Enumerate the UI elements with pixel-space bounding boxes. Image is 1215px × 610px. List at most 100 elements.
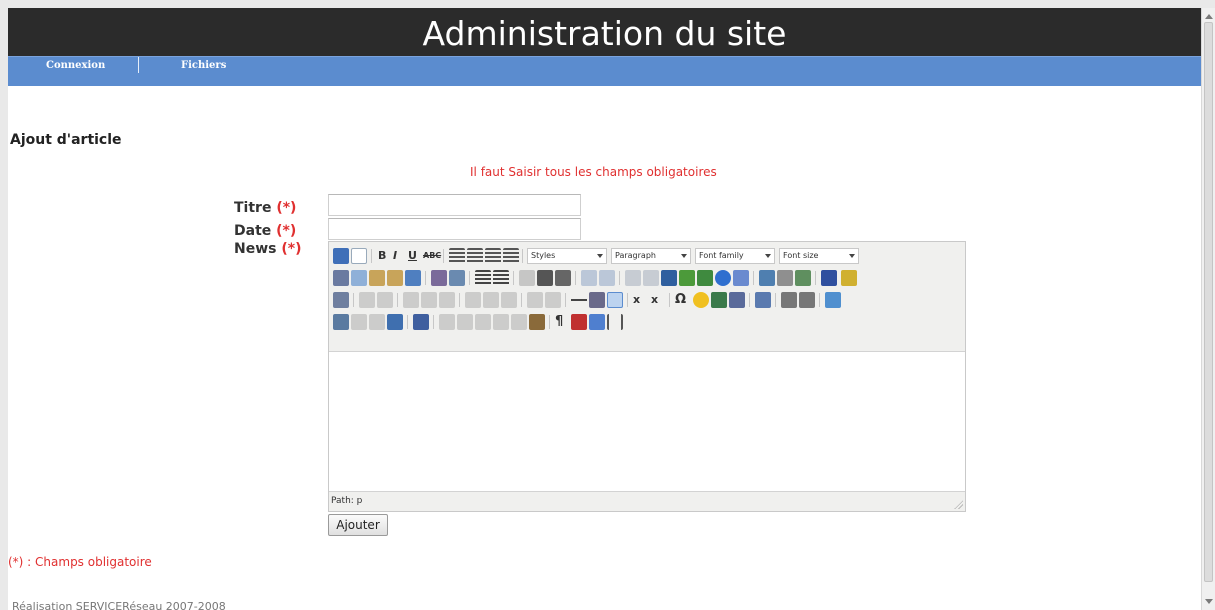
- image-icon[interactable]: [679, 270, 695, 286]
- toolbar-separator: [407, 315, 408, 329]
- editor-toolbar-row-4: ¶: [333, 312, 963, 334]
- print-icon[interactable]: [755, 292, 771, 308]
- page-break-icon[interactable]: [607, 314, 623, 330]
- insert-date-icon[interactable]: [759, 270, 775, 286]
- resize-handle-icon[interactable]: [954, 500, 963, 509]
- text-color-icon[interactable]: [821, 270, 837, 286]
- font-size-select[interactable]: Font size: [779, 248, 859, 264]
- align-center-icon[interactable]: [467, 248, 483, 264]
- insert-column-before-icon[interactable]: [465, 292, 481, 308]
- media-icon[interactable]: [711, 292, 727, 308]
- emoticon-icon[interactable]: [693, 292, 709, 308]
- insert-row-after-icon[interactable]: [421, 292, 437, 308]
- abbreviation-icon[interactable]: [457, 314, 473, 330]
- date-input[interactable]: [328, 218, 581, 240]
- paste-text-icon[interactable]: [387, 270, 403, 286]
- non-breaking-icon[interactable]: [571, 314, 587, 330]
- html-source-icon[interactable]: [733, 270, 749, 286]
- attributes-icon[interactable]: [529, 314, 545, 330]
- background-color-icon[interactable]: [841, 270, 857, 286]
- insertion-icon[interactable]: [511, 314, 527, 330]
- copy-icon[interactable]: [351, 270, 367, 286]
- editor-toolbar-row-1: B I U ABC Styles Paragraph Font family F…: [333, 246, 963, 268]
- split-cells-icon[interactable]: [527, 292, 543, 308]
- acronym-icon[interactable]: [475, 314, 491, 330]
- editor-status-bar: Path: p: [329, 493, 965, 511]
- indent-icon[interactable]: [537, 270, 553, 286]
- scrollbar-thumb[interactable]: [1204, 22, 1213, 582]
- find-icon[interactable]: [431, 270, 447, 286]
- move-forward-icon[interactable]: [351, 314, 367, 330]
- numbered-list-icon[interactable]: [493, 270, 509, 286]
- scroll-down-icon[interactable]: [1205, 599, 1213, 604]
- special-character-icon[interactable]: Ω: [675, 292, 686, 308]
- help-icon[interactable]: [715, 270, 731, 286]
- advanced-hr-icon[interactable]: [729, 292, 745, 308]
- blockquote-icon[interactable]: [555, 270, 571, 286]
- font-family-select[interactable]: Font family: [695, 248, 775, 264]
- deletion-icon[interactable]: [493, 314, 509, 330]
- bullet-list-icon[interactable]: [475, 270, 491, 286]
- preview-icon[interactable]: [795, 270, 811, 286]
- toolbar-separator: [669, 293, 670, 307]
- delete-column-icon[interactable]: [501, 292, 517, 308]
- fullscreen-icon[interactable]: [825, 292, 841, 308]
- template-icon[interactable]: [589, 314, 605, 330]
- ltr-direction-icon[interactable]: [781, 292, 797, 308]
- insert-time-icon[interactable]: [777, 270, 793, 286]
- underline-icon[interactable]: U: [408, 248, 417, 264]
- insert-row-before-icon[interactable]: [403, 292, 419, 308]
- redo-icon[interactable]: [599, 270, 615, 286]
- add-button[interactable]: Ajouter: [328, 514, 388, 536]
- nav-fichiers-link[interactable]: Fichiers: [181, 60, 226, 71]
- styles-select[interactable]: Styles: [527, 248, 607, 264]
- paragraph-select[interactable]: Paragraph: [611, 248, 691, 264]
- vertical-scrollbar[interactable]: [1201, 8, 1215, 610]
- save-icon[interactable]: [333, 248, 349, 264]
- editor-content-area[interactable]: [329, 351, 965, 492]
- new-document-icon[interactable]: [351, 248, 367, 264]
- undo-icon[interactable]: [581, 270, 597, 286]
- required-marker: (*): [276, 223, 297, 239]
- italic-icon[interactable]: I: [393, 248, 397, 264]
- cut-icon[interactable]: [333, 270, 349, 286]
- insert-column-after-icon[interactable]: [483, 292, 499, 308]
- rtl-direction-icon[interactable]: [799, 292, 815, 308]
- scroll-up-icon[interactable]: [1205, 14, 1213, 19]
- absolute-position-icon[interactable]: [387, 314, 403, 330]
- cell-properties-icon[interactable]: [377, 292, 393, 308]
- align-right-icon[interactable]: [485, 248, 501, 264]
- move-backward-icon[interactable]: [369, 314, 385, 330]
- align-left-icon[interactable]: [449, 248, 465, 264]
- link-icon[interactable]: [625, 270, 641, 286]
- toolbar-separator: [753, 271, 754, 285]
- paste-icon[interactable]: [369, 270, 385, 286]
- replace-icon[interactable]: [449, 270, 465, 286]
- merge-cells-icon[interactable]: [545, 292, 561, 308]
- bold-icon[interactable]: B: [378, 248, 386, 264]
- superscript-icon[interactable]: x: [651, 292, 658, 308]
- cleanup-icon[interactable]: [697, 270, 713, 286]
- style-properties-icon[interactable]: [413, 314, 429, 330]
- paste-word-icon[interactable]: [405, 270, 421, 286]
- row-properties-icon[interactable]: [359, 292, 375, 308]
- anchor-icon[interactable]: [661, 270, 677, 286]
- cite-icon[interactable]: [439, 314, 455, 330]
- insert-layer-icon[interactable]: [333, 314, 349, 330]
- date-label-text: Date: [234, 223, 272, 239]
- subscript-icon[interactable]: x: [633, 292, 640, 308]
- remove-format-icon[interactable]: [589, 292, 605, 308]
- outdent-icon[interactable]: [519, 270, 535, 286]
- delete-row-icon[interactable]: [439, 292, 455, 308]
- title-input[interactable]: [328, 194, 581, 216]
- nav-connexion-link[interactable]: Connexion: [46, 60, 105, 71]
- toolbar-separator: [459, 293, 460, 307]
- horizontal-rule-icon[interactable]: [571, 292, 587, 308]
- visual-chars-icon[interactable]: ¶: [555, 314, 563, 330]
- unlink-icon[interactable]: [643, 270, 659, 286]
- strikethrough-icon[interactable]: ABC: [423, 248, 441, 264]
- font-family-select-value: Font family: [699, 251, 744, 260]
- align-justify-icon[interactable]: [503, 248, 519, 264]
- visual-aid-icon[interactable]: [607, 292, 623, 308]
- table-icon[interactable]: [333, 292, 349, 308]
